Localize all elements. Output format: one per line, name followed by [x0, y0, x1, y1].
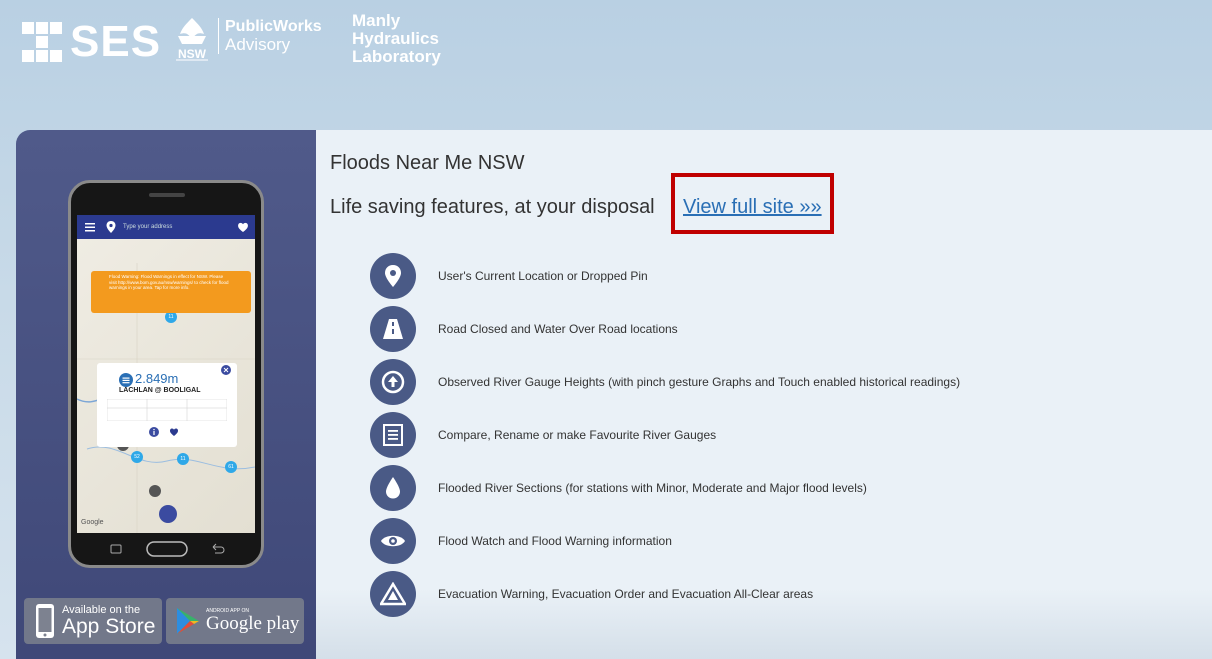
public-works-line1: PublicWorks: [225, 18, 322, 35]
feature-item-flooded-sections: Flooded River Sections (for stations wit…: [370, 463, 1170, 513]
mhl-line2: Hydraulics: [352, 29, 439, 48]
ses-logo[interactable]: SES: [22, 20, 161, 64]
warning-triangle-icon: [370, 571, 416, 617]
heart-icon: [238, 222, 248, 232]
ses-mark-icon: [22, 22, 62, 62]
subtitle: Life saving features, at your disposal: [330, 196, 655, 219]
page-title: Floods Near Me NSW: [330, 152, 525, 174]
gauge-list-icon: [119, 373, 133, 387]
phone-icon: [36, 604, 54, 638]
app-store-label: App Store: [62, 614, 156, 638]
nsw-logo[interactable]: NSW: [172, 14, 212, 64]
phone-nav-buttons: [110, 541, 225, 557]
view-full-site-highlight: [671, 173, 834, 234]
feature-item-evacuation: Evacuation Warning, Evacuation Order and…: [370, 569, 1170, 619]
gauge-height-value: 2.849m: [135, 371, 179, 386]
map-gauge-pin: [149, 485, 161, 497]
location-pin-icon: [370, 253, 416, 299]
gauge-station-name: LACHLAN @ BOOLIGAL: [119, 387, 201, 394]
flood-warning-banner[interactable]: Flood Warning: Flood Warnings in effect …: [91, 271, 251, 313]
flood-warning-text: Flood Warning: Flood Warnings in effect …: [109, 274, 229, 290]
subtitle-text: Life saving features, at your disposal: [330, 196, 655, 218]
road-icon: [370, 306, 416, 352]
feature-label: Observed River Gauge Heights (with pinch…: [438, 375, 961, 389]
manly-hydraulics-logo[interactable]: Manly Hydraulics Laboratory: [352, 12, 441, 66]
mhl-line3: Laboratory: [352, 47, 441, 66]
app-store-small-label: Available on the: [62, 603, 141, 616]
map-cluster-pin: 61: [225, 461, 237, 473]
feature-label: Flooded River Sections (for stations wit…: [438, 481, 867, 495]
feature-label: Road Closed and Water Over Road location…: [438, 322, 678, 336]
feature-label: Compare, Rename or make Favourite River …: [438, 428, 717, 442]
feature-label: User's Current Location or Dropped Pin: [438, 269, 648, 283]
phone-mockup: Type your address 11 52 11 61 12 Google …: [68, 180, 264, 568]
header: SES NSW PublicWorks Advisory Manly Hydra…: [0, 0, 1212, 130]
google-play-label: Google play: [206, 613, 300, 634]
water-drop-icon: [370, 465, 416, 511]
phone-app-bar: Type your address: [77, 215, 255, 239]
google-attribution: Google: [81, 519, 104, 526]
feature-item-location: User's Current Location or Dropped Pin: [370, 251, 1170, 301]
google-play-icon: [177, 608, 199, 634]
address-search-input: Type your address: [123, 224, 173, 230]
favourite-heart-icon[interactable]: [169, 427, 179, 437]
mhl-line1: Manly: [352, 11, 401, 30]
phone-screen: Type your address 11 52 11 61 12 Google …: [77, 215, 255, 533]
feature-item-flood-watch: Flood Watch and Flood Warning informatio…: [370, 516, 1170, 566]
list-icon: [370, 412, 416, 458]
feature-label: Evacuation Warning, Evacuation Order and…: [438, 587, 814, 601]
svg-text:NSW: NSW: [178, 47, 207, 61]
google-play-button[interactable]: ANDROID APP ON Google play: [166, 598, 304, 644]
gauge-popup[interactable]: 2.849m LACHLAN @ BOOLIGAL: [97, 363, 237, 447]
feature-label: Flood Watch and Flood Warning informatio…: [438, 534, 672, 548]
ses-logo-text: SES: [70, 17, 162, 66]
location-pin-icon: [106, 221, 116, 233]
up-arrow-circle-icon: [370, 359, 416, 405]
feature-item-gauge-heights: Observed River Gauge Heights (with pinch…: [370, 357, 1170, 407]
app-store-button[interactable]: Available on the App Store: [24, 598, 162, 644]
locate-me-button[interactable]: [159, 505, 177, 523]
waratah-icon: NSW: [176, 18, 208, 61]
info-icon[interactable]: [149, 427, 159, 437]
phone-speaker: [149, 193, 185, 197]
public-works-line2: Advisory: [225, 35, 291, 54]
gauge-readings-table: [107, 399, 227, 421]
map-cluster-pin: 11: [177, 453, 189, 465]
eye-icon: [370, 518, 416, 564]
feature-item-compare: Compare, Rename or make Favourite River …: [370, 410, 1170, 460]
close-icon[interactable]: [221, 365, 231, 375]
feature-item-road: Road Closed and Water Over Road location…: [370, 304, 1170, 354]
menu-icon: [85, 223, 95, 232]
public-works-logo[interactable]: PublicWorks Advisory: [218, 18, 322, 54]
map-cluster-pin: 52: [131, 451, 143, 463]
phone-nav-bar: [77, 535, 255, 563]
